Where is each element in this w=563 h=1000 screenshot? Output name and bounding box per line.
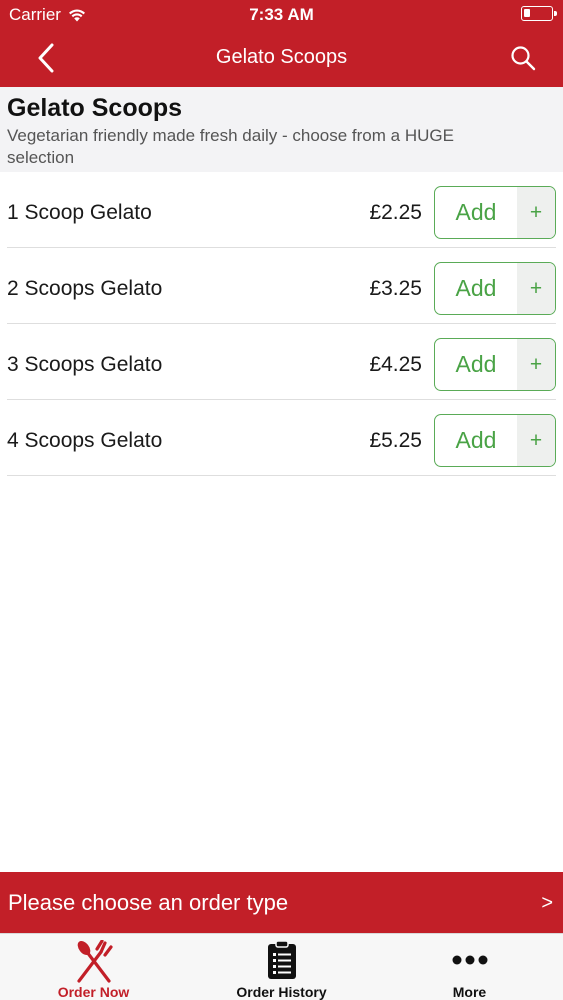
plus-icon: + bbox=[517, 263, 555, 314]
tab-more[interactable]: More bbox=[376, 934, 563, 1000]
item-name: 2 Scoops Gelato bbox=[7, 277, 163, 300]
menu-item[interactable]: 3 Scoops Gelato £4.25 Add + bbox=[7, 324, 556, 400]
app-header: Carrier 7:33 AM Gelato Scoops bbox=[0, 0, 563, 87]
add-label: Add bbox=[455, 275, 497, 301]
tab-label: More bbox=[452, 984, 487, 1000]
fork-knife-icon bbox=[76, 940, 113, 983]
add-button[interactable]: Add + bbox=[434, 414, 556, 467]
item-price: £3.25 bbox=[369, 277, 422, 300]
status-time: 7:33 AM bbox=[249, 5, 314, 24]
item-price: £2.25 bbox=[369, 201, 422, 224]
page-title: Gelato Scoops bbox=[215, 46, 348, 68]
add-button[interactable]: Add + bbox=[434, 262, 556, 315]
status-bar: Carrier 7:33 AM bbox=[0, 0, 563, 30]
add-label: Add bbox=[455, 427, 497, 453]
item-name: 1 Scoop Gelato bbox=[7, 201, 152, 224]
plus-icon: + bbox=[517, 339, 555, 390]
order-type-bar[interactable]: Please choose an order type > bbox=[0, 872, 563, 933]
tab-label: Order Now bbox=[57, 984, 130, 1000]
more-dots-icon bbox=[452, 955, 487, 965]
search-button[interactable] bbox=[505, 40, 541, 76]
navigation-bar: Gelato Scoops bbox=[0, 30, 563, 87]
tab-label: Order History bbox=[236, 984, 327, 1000]
add-button[interactable]: Add + bbox=[434, 186, 556, 239]
tab-order-now[interactable]: Order Now bbox=[0, 934, 187, 1000]
menu-item[interactable]: 4 Scoops Gelato £5.25 Add + bbox=[7, 400, 556, 476]
add-button[interactable]: Add + bbox=[434, 338, 556, 391]
tab-order-history[interactable]: Order History bbox=[188, 934, 375, 1000]
plus-icon: + bbox=[517, 415, 555, 466]
chevron-right-icon: > bbox=[541, 892, 553, 914]
menu-item[interactable]: 1 Scoop Gelato £2.25 Add + bbox=[7, 172, 556, 248]
category-header: Gelato Scoops Vegetarian friendly made f… bbox=[0, 87, 563, 172]
plus-icon: + bbox=[517, 187, 555, 238]
item-name: 4 Scoops Gelato bbox=[7, 429, 163, 452]
add-label: Add bbox=[455, 351, 497, 377]
tab-bar: Order Now Order History More bbox=[0, 933, 563, 1000]
item-price: £4.25 bbox=[369, 353, 422, 376]
menu-item[interactable]: 2 Scoops Gelato £3.25 Add + bbox=[7, 248, 556, 324]
battery-icon bbox=[521, 6, 557, 21]
menu-item-list: 1 Scoop Gelato £2.25 Add + 2 Scoops Gela… bbox=[7, 172, 556, 476]
search-icon bbox=[511, 46, 536, 71]
order-type-prompt: Please choose an order type bbox=[8, 890, 289, 915]
category-title: Gelato Scoops bbox=[7, 94, 183, 122]
item-price: £5.25 bbox=[369, 429, 422, 452]
category-description: Vegetarian friendly made fresh daily - c… bbox=[7, 126, 454, 167]
add-label: Add bbox=[455, 199, 497, 225]
clipboard-list-icon bbox=[267, 940, 296, 979]
item-name: 3 Scoops Gelato bbox=[7, 353, 163, 376]
